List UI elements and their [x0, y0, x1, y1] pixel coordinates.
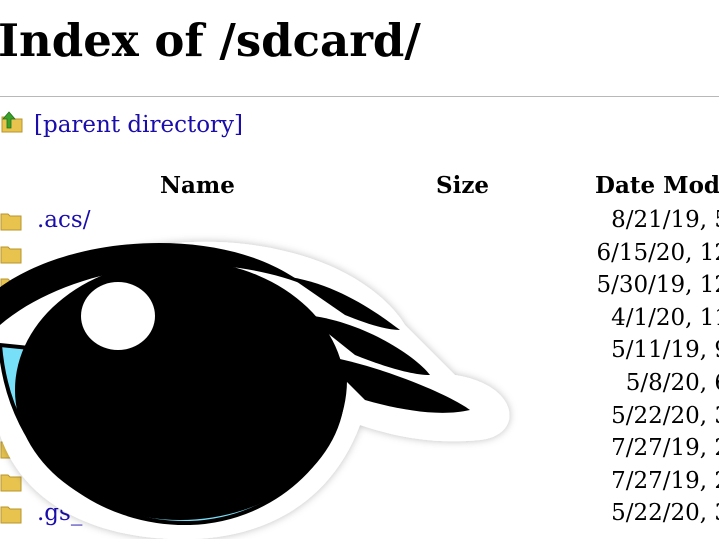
- entry-name[interactable]: .acs/: [37, 207, 90, 233]
- page-title: Index of /sdcard/: [0, 14, 421, 67]
- parent-directory-label[interactable]: [parent directory]: [34, 112, 243, 138]
- entry-date: 5/11/19, 9: [611, 337, 719, 364]
- entry-date: 5/22/20, 3: [611, 500, 719, 527]
- column-header-name[interactable]: Name: [160, 172, 235, 199]
- folder-icon: [0, 471, 22, 499]
- entry-date: 7/27/19, 2: [611, 467, 719, 494]
- directory-listing-page: Index of /sdcard/ [parent directory] Nam…: [0, 0, 719, 539]
- file-listing-table: Name Size Date Modi .acs/ 8/21/19, 5 6/1…: [0, 172, 719, 531]
- parent-directory-link[interactable]: [parent directory]: [0, 110, 243, 140]
- table-header: Name Size Date Modi: [0, 172, 719, 205]
- table-row[interactable]: 7/27/19, 2: [0, 466, 719, 499]
- table-row[interactable]: 5/11/19, 9: [0, 335, 719, 368]
- table-row[interactable]: .gs_ 5/22/20, 3: [0, 498, 719, 531]
- folder-icon: [0, 373, 22, 401]
- folder-icon: [0, 406, 22, 434]
- folder-icon: [0, 243, 22, 271]
- folder-icon: [0, 275, 22, 303]
- folder-icon: [0, 210, 22, 238]
- entry-date: 5/22/20, 3: [611, 402, 719, 429]
- table-row[interactable]: 4/1/20, 11: [0, 303, 719, 336]
- entry-date: 6/15/20, 12: [596, 239, 719, 266]
- folder-icon: [0, 503, 22, 531]
- entry-date: 4/1/20, 11: [611, 304, 719, 331]
- entry-date: 8/21/19, 5: [611, 207, 719, 233]
- table-row[interactable]: 7/27/19, 2: [0, 433, 719, 466]
- folder-icon: [0, 438, 22, 466]
- entry-date: 5/8/20, 6: [625, 369, 719, 396]
- table-row[interactable]: .acs/ 8/21/19, 5: [0, 205, 719, 238]
- title-divider: [0, 96, 719, 97]
- entry-date: 7/27/19, 2: [611, 435, 719, 462]
- folder-icon: [0, 308, 22, 336]
- column-header-date[interactable]: Date Modi: [595, 172, 719, 199]
- table-row[interactable]: 6/15/20, 12: [0, 238, 719, 271]
- entry-date: 5/30/19, 12: [596, 272, 719, 299]
- table-row[interactable]: 5/30/19, 12: [0, 270, 719, 303]
- table-row[interactable]: 5/8/20, 6: [0, 368, 719, 401]
- up-arrow-folder-icon: [0, 110, 24, 140]
- table-row[interactable]: 5/22/20, 3: [0, 401, 719, 434]
- entry-name[interactable]: .gs_: [37, 500, 82, 526]
- folder-icon: [0, 340, 22, 368]
- column-header-size[interactable]: Size: [436, 172, 489, 199]
